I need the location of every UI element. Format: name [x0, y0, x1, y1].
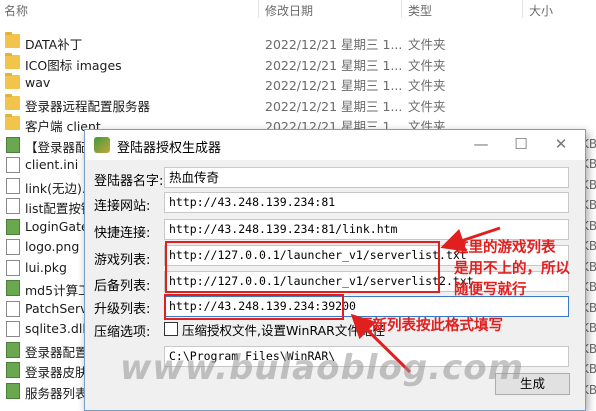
note-game-list: 这里的游戏列表 是用不上的，所以 随便写就行	[454, 240, 570, 298]
watermark: www.bulaoblog.com	[120, 348, 525, 388]
annotation-arrows	[350, 226, 501, 374]
note-upgrade-format: 更新列表按此格式填写	[358, 318, 503, 334]
